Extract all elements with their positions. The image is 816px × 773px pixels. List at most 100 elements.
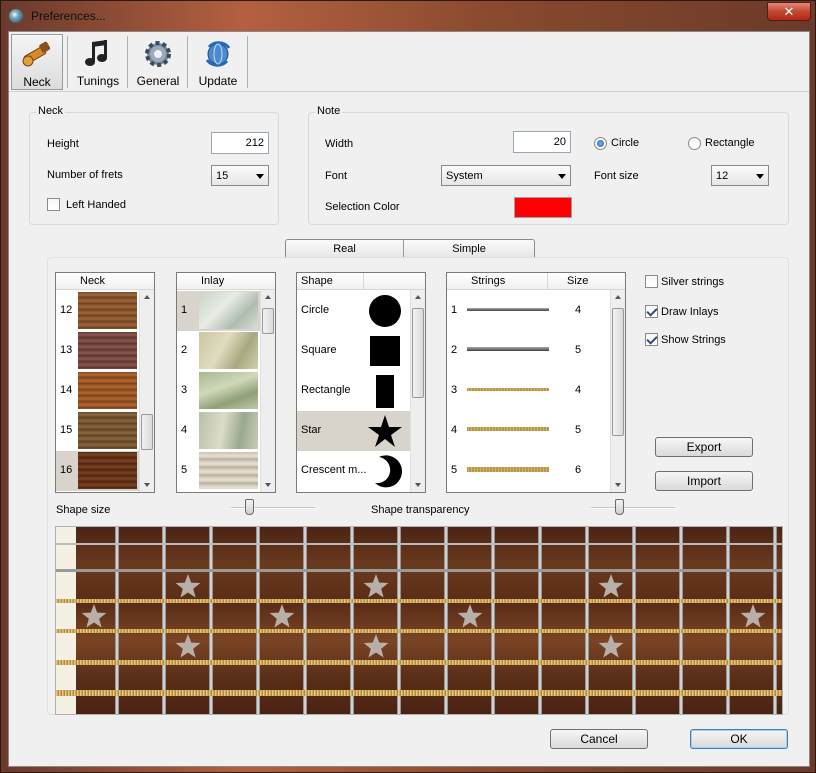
row-number: 3 (181, 384, 188, 396)
close-button[interactable]: ✕ (767, 2, 811, 21)
row-number: 1 (451, 304, 458, 316)
scroll-thumb[interactable] (612, 308, 624, 436)
circle-shape-icon (369, 295, 401, 327)
inlay-list[interactable]: Inlay 1 2 3 4 5 (176, 272, 276, 493)
wood-swatch (78, 412, 137, 449)
width-input[interactable]: 20 (513, 131, 571, 153)
dialog-client-area: Neck Tunings General Update Neck Height … (8, 31, 810, 767)
inlay-list-scrollbar[interactable] (260, 290, 275, 492)
scroll-down-icon[interactable] (415, 483, 421, 487)
shape-size-slider[interactable] (231, 498, 315, 518)
rectangle-radio[interactable] (688, 137, 701, 150)
slider-thumb[interactable] (245, 499, 254, 515)
inlay-list-header: Inlay (177, 273, 275, 290)
font-label: Font (325, 170, 348, 182)
left-handed-checkbox[interactable] (47, 198, 60, 211)
list-item[interactable]: 45 (447, 411, 625, 451)
scroll-down-icon[interactable] (144, 483, 150, 487)
globe-refresh-icon (205, 41, 231, 67)
fret-wire (632, 527, 636, 714)
scroll-down-icon[interactable] (265, 483, 271, 487)
row-number: 4 (181, 424, 188, 436)
list-item[interactable]: Rectangle (297, 371, 425, 411)
row-number: 2 (451, 344, 458, 356)
string-sample (467, 427, 549, 431)
tab-update[interactable]: Update (191, 34, 245, 90)
toolbar-separator (187, 36, 188, 88)
scroll-up-icon[interactable] (415, 295, 421, 299)
list-item[interactable]: 56 (447, 451, 625, 491)
scroll-thumb[interactable] (141, 414, 153, 450)
shape-list[interactable]: Shape Circle Square Rectangle Star Cresc… (296, 272, 426, 493)
ok-button[interactable]: OK (690, 729, 788, 749)
frets-select[interactable]: 15 (211, 165, 269, 186)
fret-wire (115, 527, 119, 714)
font-size-label: Font size (594, 170, 639, 182)
string-size: 5 (575, 344, 582, 356)
wood-swatch (78, 452, 137, 489)
list-item[interactable]: Circle (297, 291, 425, 331)
row-number: 16 (60, 464, 73, 476)
draw-inlays-label: Draw Inlays (661, 306, 719, 318)
font-size-select[interactable]: 12 (711, 165, 769, 186)
slider-thumb[interactable] (615, 499, 624, 515)
list-item-selected[interactable]: Star (297, 411, 425, 451)
strings-list-scrollbar[interactable] (610, 290, 625, 492)
font-select[interactable]: System (441, 165, 571, 186)
string-size: 6 (575, 464, 582, 476)
font-size-select-value: 12 (716, 170, 729, 182)
height-input[interactable]: 212 (211, 132, 269, 154)
scroll-down-icon[interactable] (615, 483, 621, 487)
shape-list-header: Shape (297, 273, 425, 290)
gear-icon (145, 41, 171, 67)
scroll-up-icon[interactable] (144, 295, 150, 299)
row-number: 12 (60, 304, 73, 316)
fret-wire (773, 527, 777, 714)
circle-radio[interactable] (594, 137, 607, 150)
scroll-thumb[interactable] (412, 308, 424, 398)
row-number: 13 (60, 344, 73, 356)
show-strings-checkbox[interactable] (645, 333, 658, 346)
neck-list-scrollbar[interactable] (139, 290, 154, 492)
frets-select-value: 15 (216, 170, 229, 182)
fret-wire (444, 527, 448, 714)
title-bar[interactable]: Preferences... ✕ (1, 1, 816, 31)
import-button[interactable]: Import (655, 471, 753, 491)
row-number: 15 (60, 424, 73, 436)
tab-tunings[interactable]: Tunings (71, 34, 125, 90)
row-number: 2 (181, 344, 188, 356)
export-button[interactable]: Export (655, 437, 753, 457)
list-item[interactable]: 25 (447, 331, 625, 371)
row-number: 4 (451, 424, 458, 436)
toolbar: Neck Tunings General Update (9, 32, 809, 92)
list-item[interactable]: Square (297, 331, 425, 371)
fret-wire (303, 527, 307, 714)
draw-inlays-checkbox[interactable] (645, 305, 658, 318)
scroll-up-icon[interactable] (265, 295, 271, 299)
silver-strings-checkbox[interactable] (645, 275, 658, 288)
rectangle-shape-icon (376, 375, 394, 408)
pearl-swatch (199, 412, 258, 449)
shape-list-scrollbar[interactable] (410, 290, 425, 492)
neck-list-header: Neck (56, 273, 154, 290)
tab-neck[interactable]: Neck (11, 34, 63, 90)
neck-list[interactable]: Neck 12 13 14 15 16 (55, 272, 155, 493)
list-item[interactable]: 34 (447, 371, 625, 411)
tab-neck-label: Neck (23, 75, 51, 89)
inlay-column-header: Inlay (201, 275, 225, 287)
list-item[interactable]: Crescent m... (297, 451, 425, 491)
string-5 (56, 660, 782, 665)
number-of-frets-label: Number of frets (47, 169, 123, 181)
cancel-button[interactable]: Cancel (550, 729, 648, 749)
shape-transparency-slider[interactable] (591, 498, 675, 518)
selection-color-swatch[interactable] (514, 197, 572, 218)
string-sample (467, 308, 549, 311)
row-number: 5 (451, 464, 458, 476)
circle-label: Circle (611, 137, 640, 149)
scroll-up-icon[interactable] (615, 295, 621, 299)
note-group-label: Note (315, 105, 343, 117)
scroll-thumb[interactable] (262, 308, 274, 334)
tab-general[interactable]: General (131, 34, 185, 90)
strings-list[interactable]: Strings Size 14 25 34 45 56 (446, 272, 626, 493)
list-item[interactable]: 14 (447, 291, 625, 331)
